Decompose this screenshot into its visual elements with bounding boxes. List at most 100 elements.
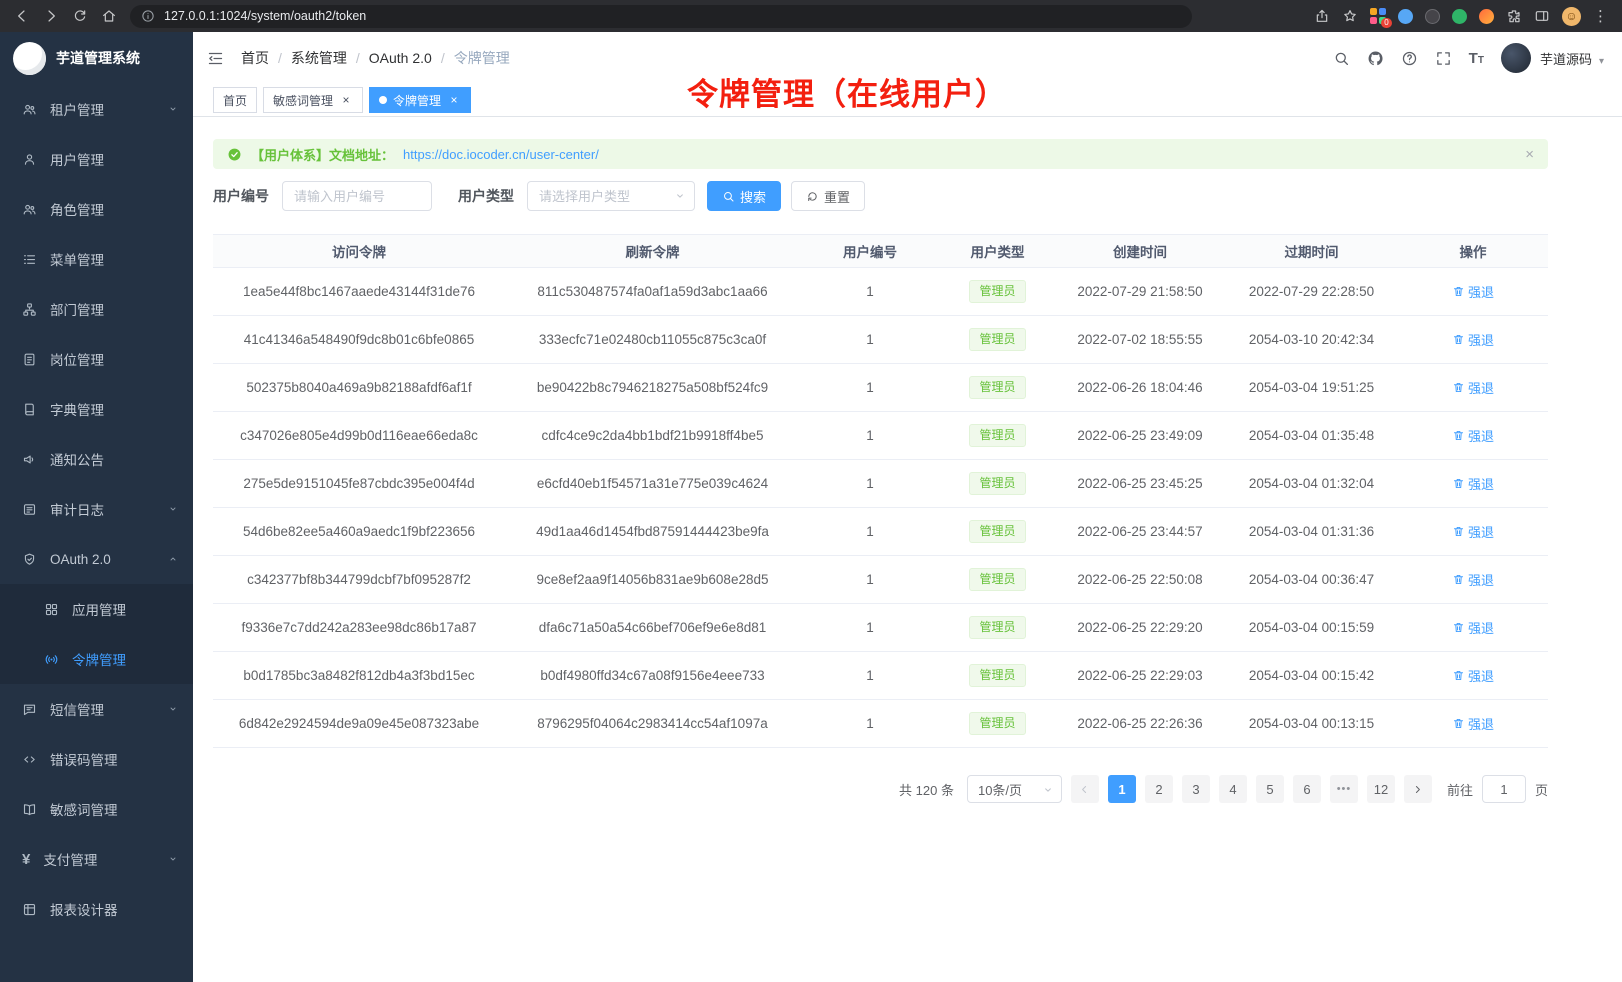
page-button-5[interactable]: 5	[1256, 775, 1284, 803]
extension-green-icon[interactable]	[1452, 9, 1467, 24]
column-header: 操作	[1398, 235, 1548, 268]
force-logout-button[interactable]: 强退	[1452, 378, 1494, 397]
force-logout-button[interactable]: 强退	[1452, 282, 1494, 301]
sidebar-item-3[interactable]: 菜单管理	[0, 234, 193, 284]
filter-form: 用户编号 用户类型 搜索 重置	[213, 181, 1548, 211]
tab-token[interactable]: 令牌管理 ×	[369, 87, 471, 113]
sidebar-item-4[interactable]: 部门管理	[0, 284, 193, 334]
browser-forward-icon[interactable]	[43, 8, 59, 24]
page-size-select[interactable]: 10条/页	[967, 775, 1062, 803]
sidebar-item-13[interactable]: 错误码管理	[0, 734, 193, 784]
font-size-icon[interactable]: TT	[1469, 50, 1484, 67]
user-type-badge: 管理员	[969, 328, 1025, 352]
breadcrumb-system[interactable]: 系统管理	[291, 48, 347, 68]
search-icon[interactable]	[1333, 50, 1350, 67]
tab-close-icon[interactable]: ×	[447, 93, 461, 107]
address-bar[interactable]: 127.0.0.1:1024/system/oauth2/token	[130, 5, 1192, 28]
force-logout-button[interactable]: 强退	[1452, 618, 1494, 637]
expire-time-cell: 2054-03-04 01:32:04	[1225, 460, 1398, 508]
fullscreen-icon[interactable]	[1435, 50, 1452, 67]
force-logout-button[interactable]: 强退	[1452, 330, 1494, 349]
browser-reload-icon[interactable]	[72, 8, 88, 24]
sidebar-item-5[interactable]: 岗位管理	[0, 334, 193, 384]
github-icon[interactable]	[1367, 50, 1384, 67]
extensions-puzzle-icon[interactable]	[1506, 8, 1522, 24]
search-button[interactable]: 搜索	[707, 181, 781, 211]
site-info-icon[interactable]	[141, 9, 155, 23]
active-tab-dot	[379, 96, 387, 104]
user-id-input[interactable]	[282, 181, 432, 211]
user-icon	[22, 152, 37, 167]
doc-link[interactable]: https://doc.iocoder.cn/user-center/	[403, 147, 599, 162]
sidebar-item-8[interactable]: 审计日志	[0, 484, 193, 534]
force-logout-button[interactable]: 强退	[1452, 426, 1494, 445]
page-content: 【用户体系】文档地址： https://doc.iocoder.cn/user-…	[193, 117, 1622, 803]
sidebar-item-14[interactable]: 敏感词管理	[0, 784, 193, 834]
browser-menu-icon[interactable]: ⋮	[1593, 9, 1608, 24]
browser-profile-avatar[interactable]: ☺	[1562, 7, 1581, 26]
browser-home-icon[interactable]	[101, 8, 117, 24]
tab-sensitive-words[interactable]: 敏感词管理 ×	[263, 87, 363, 113]
bookmark-star-icon[interactable]	[1342, 8, 1358, 24]
page-button-2[interactable]: 2	[1145, 775, 1173, 803]
user-type-badge: 管理员	[969, 280, 1025, 304]
sidebar-item-6[interactable]: 字典管理	[0, 384, 193, 434]
page-button-6[interactable]: 6	[1293, 775, 1321, 803]
sidebar-item-16[interactable]: 报表设计器	[0, 884, 193, 934]
force-logout-button[interactable]: 强退	[1452, 570, 1494, 589]
refresh-token-cell: 333ecfc71e02480cb11055c875c3ca0f	[505, 316, 800, 364]
reset-button[interactable]: 重置	[791, 181, 865, 211]
sidebar-collapse-icon[interactable]	[207, 50, 224, 67]
share-icon[interactable]	[1314, 8, 1330, 24]
goto-page-input[interactable]	[1482, 775, 1526, 803]
sidebar: 芋道管理系统 租户管理用户管理角色管理菜单管理部门管理岗位管理字典管理通知公告审…	[0, 32, 193, 982]
sidebar-item-label: 应用管理	[72, 599, 126, 619]
user-menu-caret-icon[interactable]: ▾	[1599, 56, 1604, 67]
user-type-select-input[interactable]	[527, 181, 695, 211]
annotation-overlay: 令牌管理（在线用户）	[687, 69, 1007, 114]
alert-close-icon[interactable]: ×	[1525, 147, 1534, 162]
breadcrumb-current: 令牌管理	[454, 48, 510, 68]
user-avatar[interactable]	[1501, 43, 1531, 73]
app-logo[interactable]: 芋道管理系统	[0, 32, 193, 84]
page-button-12[interactable]: 12	[1367, 775, 1395, 803]
create-time-cell: 2022-06-25 22:50:08	[1055, 556, 1225, 604]
sidebar-item-9[interactable]: OAuth 2.0	[0, 534, 193, 584]
page-button-1[interactable]: 1	[1108, 775, 1136, 803]
sidebar-item-12[interactable]: 短信管理	[0, 684, 193, 734]
sidebar-item-0[interactable]: 租户管理	[0, 84, 193, 134]
force-logout-button[interactable]: 强退	[1452, 714, 1494, 733]
force-logout-button[interactable]: 强退	[1452, 666, 1494, 685]
tab-close-icon[interactable]: ×	[339, 93, 353, 107]
sidebar-item-1[interactable]: 用户管理	[0, 134, 193, 184]
extension-orange-icon[interactable]	[1479, 9, 1494, 24]
sidebar-item-15[interactable]: ¥支付管理	[0, 834, 193, 884]
next-page-button[interactable]	[1404, 775, 1432, 803]
extension-blue-icon[interactable]	[1398, 9, 1413, 24]
sidebar-item-11[interactable]: 令牌管理	[0, 634, 193, 684]
help-icon[interactable]	[1401, 50, 1418, 67]
extension-dark-icon[interactable]	[1425, 9, 1440, 24]
tab-home[interactable]: 首页	[213, 87, 257, 113]
force-logout-button[interactable]: 强退	[1452, 474, 1494, 493]
breadcrumb-home[interactable]: 首页	[241, 48, 269, 68]
sidebar-item-10[interactable]: 应用管理	[0, 584, 193, 634]
prev-page-button[interactable]	[1071, 775, 1099, 803]
refresh-token-cell: dfa6c71a50a54c66bef706ef9e6e8d81	[505, 604, 800, 652]
user-id-label: 用户编号	[213, 186, 269, 206]
sidebar-item-2[interactable]: 角色管理	[0, 184, 193, 234]
force-logout-button[interactable]: 强退	[1452, 522, 1494, 541]
audit-icon	[22, 502, 37, 517]
table-row: 1ea5e44f8bc1467aaede43144f31de76811c5304…	[213, 268, 1548, 316]
breadcrumb-oauth[interactable]: OAuth 2.0	[369, 50, 432, 66]
side-panel-icon[interactable]	[1534, 8, 1550, 24]
browser-back-icon[interactable]	[14, 8, 30, 24]
more-pages-button[interactable]: •••	[1330, 775, 1358, 803]
user-name[interactable]: 芋道源码	[1540, 49, 1592, 68]
sidebar-item-7[interactable]: 通知公告	[0, 434, 193, 484]
user-type-select[interactable]	[527, 181, 695, 211]
extension-grid-icon[interactable]: 0	[1370, 8, 1386, 24]
page-button-3[interactable]: 3	[1182, 775, 1210, 803]
page-button-4[interactable]: 4	[1219, 775, 1247, 803]
expire-time-cell: 2054-03-04 00:15:59	[1225, 604, 1398, 652]
